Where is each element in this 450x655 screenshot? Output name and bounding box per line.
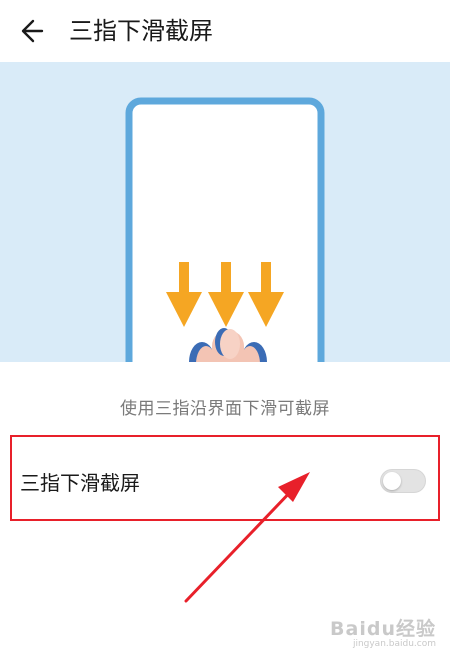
setting-label: 三指下滑截屏 bbox=[20, 471, 140, 495]
gesture-description: 使用三指沿界面下滑可截屏 bbox=[120, 399, 330, 419]
back-button[interactable] bbox=[16, 14, 50, 48]
page-title: 三指下滑截屏 bbox=[69, 17, 213, 45]
watermark: Baidu经验 jingyan.baidu.com bbox=[330, 614, 436, 649]
watermark-logo: Baidu经验 bbox=[330, 618, 436, 640]
arrow-left-icon bbox=[21, 19, 44, 43]
down-arrows-icon bbox=[166, 262, 284, 327]
gesture-illustration bbox=[0, 62, 450, 362]
three-finger-screenshot-setting[interactable]: 三指下滑截屏 bbox=[10, 435, 440, 521]
screenshot-toggle-switch[interactable] bbox=[380, 469, 426, 493]
top-app-bar: 三指下滑截屏 bbox=[0, 0, 450, 62]
toggle-knob bbox=[383, 472, 401, 490]
